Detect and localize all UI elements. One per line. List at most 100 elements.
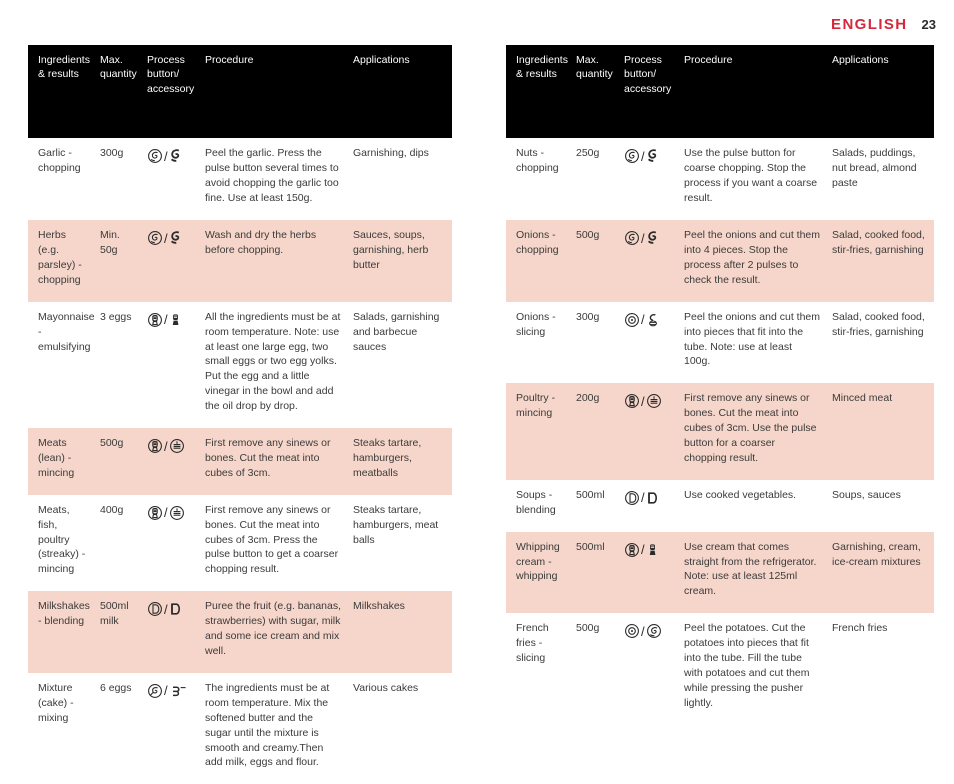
column-header-applications: Applications	[826, 45, 934, 139]
cell-procedure: Wash and dry the herbs before chopping.	[199, 220, 347, 302]
icon-separator: /	[164, 683, 168, 699]
pulse-button-icon	[147, 230, 163, 246]
cell-procedure: All the ingredients must be at room temp…	[199, 301, 347, 429]
cell-quantity: 250g	[570, 138, 618, 221]
table-header-row: Ingredients & results Max. quantity Proc…	[506, 45, 934, 139]
blender-jar-icon	[169, 601, 181, 617]
cell-process-icons: /	[618, 531, 678, 614]
cell-applications: Steaks tartare, hamburgers, meat balls	[347, 494, 452, 592]
icon-separator: /	[641, 393, 645, 409]
chopping-blade-icon	[646, 148, 660, 164]
cell-procedure: Use the pulse button for coarse chopping…	[678, 138, 826, 221]
column-header-quantity: Max. quantity	[94, 45, 141, 139]
column-header-ingredients: Ingredients & results	[506, 45, 570, 139]
cell-procedure: First remove any sinews or bones. Cut th…	[199, 428, 347, 495]
cell-quantity: 500ml	[570, 479, 618, 532]
cell-applications: Salads, puddings, nut bread, almond past…	[826, 138, 934, 221]
cell-quantity: 500g	[570, 613, 618, 725]
cell-ingredients: Meats (lean) - mincing	[28, 428, 94, 495]
cell-quantity: 400g	[94, 494, 141, 592]
icon-separator: /	[641, 312, 645, 328]
cell-process-icons: /	[141, 591, 199, 673]
icon-separator: /	[164, 438, 168, 454]
emulsifying-disc-icon	[169, 312, 183, 328]
cell-procedure: First remove any sinews or bones. Cut th…	[199, 494, 347, 592]
cell-ingredients: Soups - blending	[506, 479, 570, 532]
icon-separator: /	[641, 490, 645, 506]
cell-process-icons: /	[141, 138, 199, 221]
cell-ingredients: Garlic - chopping	[28, 138, 94, 221]
speed-button-icon	[147, 505, 163, 521]
column-header-procedure: Procedure	[199, 45, 347, 139]
cell-procedure: Peel the garlic. Press the pulse button …	[199, 138, 347, 221]
table-body-right: Nuts - chopping 250g / Use the pulse button…	[506, 138, 934, 725]
column-header-quantity: Max. quantity	[570, 45, 618, 139]
table-row: Whipping cream - whipping 500ml / Use cream…	[506, 531, 934, 614]
table-body-left: Garlic - chopping 300g / Peel the garlic. P…	[28, 138, 452, 784]
cell-quantity: 3 eggs	[94, 301, 141, 429]
table-row: Mixture (cake) - mixing 6 eggs / The ingred…	[28, 672, 452, 784]
table-row: Herbs (e.g. parsley) - chopping Min. 50g /…	[28, 220, 452, 302]
cell-quantity: 500g	[94, 428, 141, 495]
cell-ingredients: Mixture (cake) - mixing	[28, 672, 94, 784]
icon-separator: /	[641, 623, 645, 639]
slicing-disc-icon	[646, 312, 660, 328]
cell-procedure: The ingredients must be at room temperat…	[199, 672, 347, 784]
icon-separator: /	[164, 230, 168, 246]
recipe-table-left-wrapper: Ingredients & results Max. quantity Proc…	[28, 45, 452, 784]
table-row: Poultry - mincing 200g / First remove any s…	[506, 383, 934, 480]
cell-ingredients: Mayonnaise - emulsifying	[28, 301, 95, 429]
cell-ingredients: Meats, fish, poultry (streaky) - mincing	[28, 494, 94, 592]
page-number: 23	[921, 17, 936, 32]
french-fries-disc-icon	[646, 623, 662, 639]
emulsifying-disc-icon	[646, 542, 660, 558]
speed-button-icon	[147, 438, 163, 454]
pulse-button-icon	[624, 230, 640, 246]
cell-quantity: 500g	[570, 220, 618, 302]
cell-procedure: Peel the onions and cut them into pieces…	[678, 301, 826, 384]
cell-applications: Minced meat	[826, 383, 934, 480]
cell-process-icons: /	[141, 672, 199, 784]
mixing-button-icon	[147, 683, 163, 699]
cell-procedure: Puree the fruit (e.g. bananas, strawberr…	[199, 591, 347, 673]
pulse-button-icon	[147, 148, 163, 164]
cell-ingredients: French fries - slicing	[506, 613, 570, 725]
cell-procedure: Use cream that comes straight from the r…	[678, 531, 826, 614]
chopping-blade-icon	[646, 230, 660, 246]
icon-separator: /	[164, 312, 168, 328]
cell-applications: Garnishing, cream, ice-cream mixtures	[826, 531, 934, 614]
cell-process-icons: /	[141, 301, 199, 429]
cell-quantity: 300g	[94, 138, 141, 221]
table-row: Nuts - chopping 250g / Use the pulse button…	[506, 138, 934, 221]
table-header: Ingredients & results Max. quantity Proc…	[28, 45, 452, 139]
table-row: Onions - slicing 300g / Peel the onions and…	[506, 301, 934, 384]
cell-quantity: Min. 50g	[94, 220, 141, 302]
icon-separator: /	[164, 148, 168, 164]
cell-procedure: First remove any sinews or bones. Cut th…	[678, 383, 826, 480]
recipe-table-right: Ingredients & results Max. quantity Proc…	[506, 45, 934, 725]
cell-procedure: Use cooked vegetables.	[678, 479, 826, 532]
cell-quantity: 500ml milk	[94, 591, 141, 673]
table-row: Milkshakes - blending 500ml milk / Puree th…	[28, 591, 452, 673]
recipe-table-right-wrapper: Ingredients & results Max. quantity Proc…	[506, 45, 934, 725]
mixing-tool-icon	[169, 683, 187, 699]
column-header-ingredients: Ingredients & results	[28, 45, 94, 139]
cell-process-icons: /	[141, 220, 199, 302]
cell-quantity: 200g	[570, 383, 618, 480]
table-row: Mayonnaise - emulsifying 3 eggs / All the i…	[28, 301, 452, 429]
icon-separator: /	[641, 148, 645, 164]
mincing-blade-icon	[646, 393, 662, 409]
cell-applications: Soups, sauces	[826, 479, 934, 532]
blender-jar-icon	[646, 490, 658, 506]
speed-button-icon	[624, 542, 640, 558]
cell-process-icons: /	[618, 479, 678, 532]
cell-procedure: Peel the potatoes. Cut the potatoes into…	[678, 613, 826, 725]
cell-applications: French fries	[826, 613, 934, 725]
cell-applications: Salads, garnishing and barbecue sauces	[347, 301, 452, 429]
cell-ingredients: Nuts - chopping	[506, 138, 570, 221]
cell-process-icons: /	[618, 220, 678, 302]
column-header-process: Process button/ accessory	[618, 45, 678, 139]
column-header-applications: Applications	[347, 45, 452, 139]
chopping-blade-icon	[169, 148, 183, 164]
cell-applications: Sauces, soups, garnishing, herb butter	[347, 220, 452, 302]
